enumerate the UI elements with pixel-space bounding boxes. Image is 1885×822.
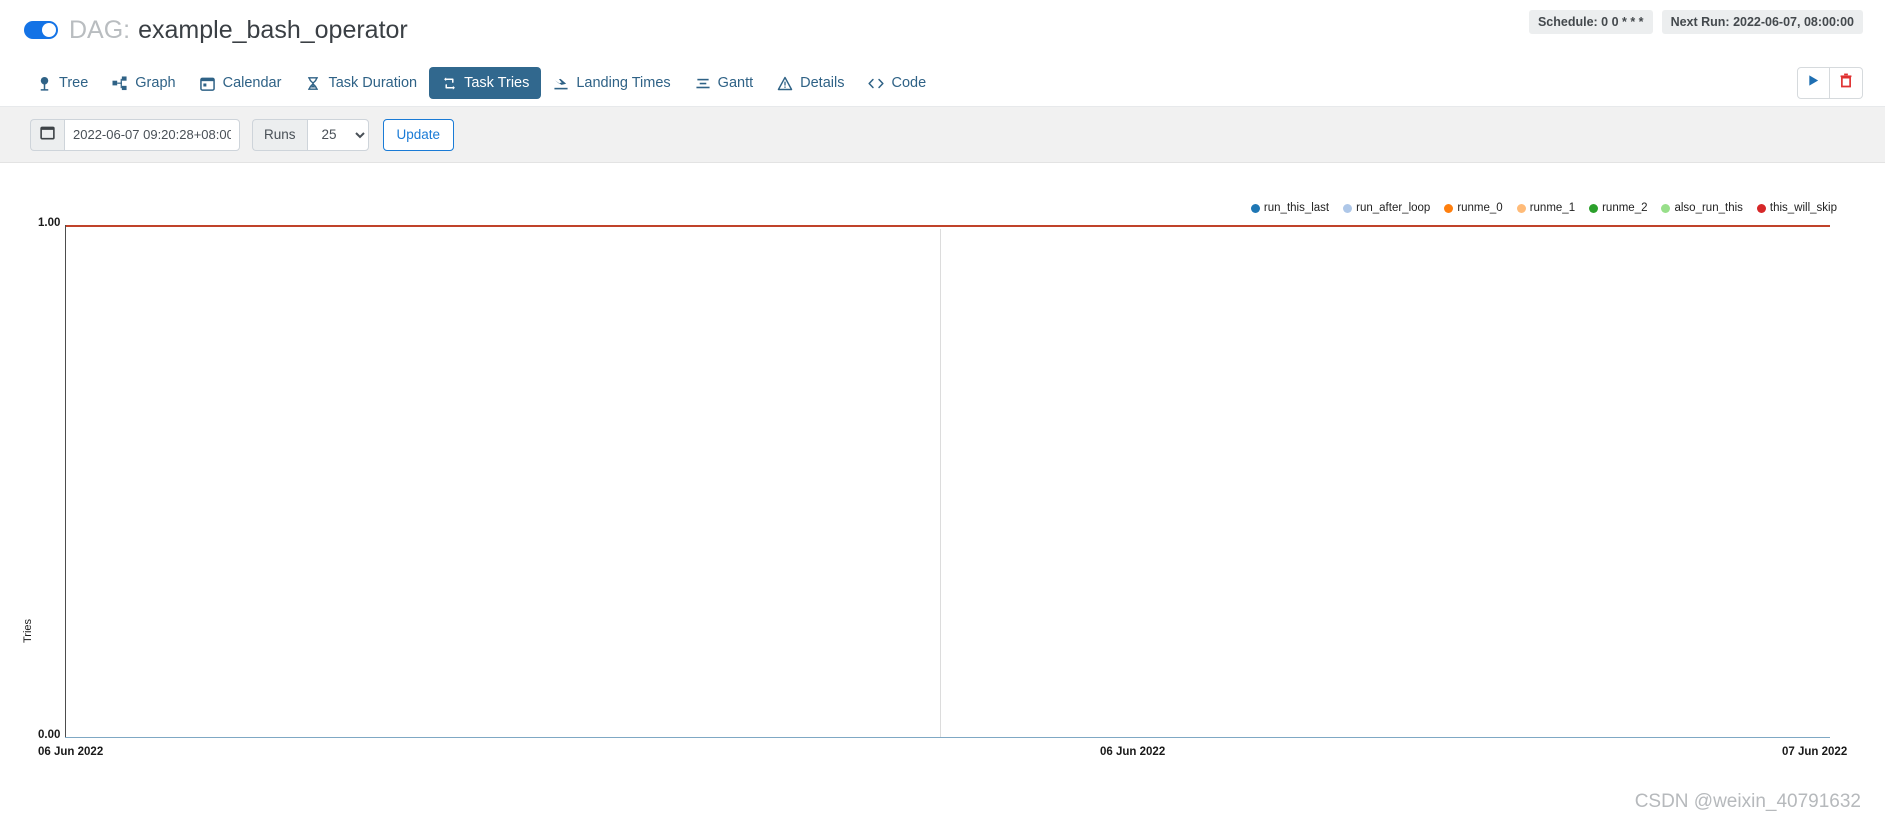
legend-label: also_run_this xyxy=(1674,202,1743,214)
legend-label: this_will_skip xyxy=(1769,202,1837,214)
tab-calendar[interactable]: Calendar xyxy=(188,67,294,99)
tab-landing-times-label: Landing Times xyxy=(576,75,671,91)
airflow-dag-page: DAG: example_bash_operator Schedule: 0 0… xyxy=(0,0,1885,822)
page-header: DAG: example_bash_operator Schedule: 0 0… xyxy=(0,0,1885,60)
y-axis-label: Tries xyxy=(22,618,34,643)
legend-color-swatch xyxy=(1250,203,1260,213)
legend-color-swatch xyxy=(1756,203,1766,213)
base-date-group xyxy=(30,118,240,151)
tab-tree-label: Tree xyxy=(59,75,89,91)
gantt-icon xyxy=(695,75,711,91)
legend-color-swatch xyxy=(1444,203,1454,213)
legend-item-runme-2[interactable]: runme_2 xyxy=(1589,202,1647,214)
dag-view-tabs: Tree Graph Calendar Task Duration Task T xyxy=(0,60,1885,107)
legend-label: runme_0 xyxy=(1457,202,1503,214)
x-tick-label-start: 06 Jun 2022 xyxy=(38,746,104,758)
trash-icon xyxy=(1839,73,1853,93)
tab-details-label: Details xyxy=(800,75,845,91)
legend-label: run_this_last xyxy=(1263,202,1330,214)
play-icon xyxy=(1807,74,1820,92)
chart-top-boundary-line xyxy=(65,225,1830,227)
task-tries-chart: run_this_last run_after_loop runme_0 run… xyxy=(0,163,1885,822)
calendar-icon xyxy=(40,125,55,145)
chart-gridline xyxy=(940,229,941,738)
tab-task-tries[interactable]: Task Tries xyxy=(429,67,542,99)
code-icon xyxy=(868,75,885,91)
legend-color-swatch xyxy=(1343,203,1353,213)
runs-label: Runs xyxy=(252,118,307,151)
x-tick-label-end: 07 Jun 2022 xyxy=(1782,746,1848,758)
tree-icon xyxy=(36,75,52,91)
delete-dag-button[interactable] xyxy=(1830,67,1863,99)
legend-label: runme_2 xyxy=(1602,202,1648,214)
graph-icon xyxy=(112,75,128,91)
legend-label: runme_1 xyxy=(1529,202,1576,214)
base-date-input[interactable] xyxy=(64,118,240,151)
legend-label: run_after_loop xyxy=(1356,202,1431,214)
warning-triangle-icon xyxy=(777,75,793,91)
dag-pause-toggle[interactable] xyxy=(24,21,58,39)
tab-gantt[interactable]: Gantt xyxy=(683,67,765,99)
trigger-dag-button[interactable] xyxy=(1797,67,1830,99)
x-axis-line xyxy=(65,737,1830,738)
legend-color-swatch xyxy=(1516,203,1526,213)
calendar-icon xyxy=(200,75,216,91)
tab-details[interactable]: Details xyxy=(765,67,856,99)
tab-code-label: Code xyxy=(891,75,927,91)
tab-task-duration[interactable]: Task Duration xyxy=(293,67,429,99)
chart-legend: run_this_last run_after_loop runme_0 run… xyxy=(1250,202,1837,214)
schedule-badge: Schedule: 0 0 * * * xyxy=(1528,10,1653,34)
legend-item-this-will-skip[interactable]: this_will_skip xyxy=(1756,202,1837,214)
tab-calendar-label: Calendar xyxy=(222,75,282,91)
tab-graph-label: Graph xyxy=(135,75,176,91)
calendar-picker-button[interactable] xyxy=(30,118,64,151)
legend-color-swatch xyxy=(1661,203,1671,213)
chart-filter-toolbar: Runs 25 Update xyxy=(0,107,1885,163)
tab-code[interactable]: Code xyxy=(856,67,938,99)
tab-graph[interactable]: Graph xyxy=(100,67,187,99)
x-tick-label-middle: 06 Jun 2022 xyxy=(1100,746,1166,758)
retry-icon xyxy=(441,75,457,91)
legend-item-runme-0[interactable]: runme_0 xyxy=(1444,202,1503,214)
update-button[interactable]: Update xyxy=(382,118,455,151)
dag-label: DAG: xyxy=(69,15,131,44)
legend-item-runme-1[interactable]: runme_1 xyxy=(1516,202,1576,214)
legend-item-run-this-last[interactable]: run_this_last xyxy=(1250,202,1330,214)
legend-item-run-after-loop[interactable]: run_after_loop xyxy=(1343,202,1430,214)
filter-form: Runs 25 Update xyxy=(30,118,455,151)
tab-task-duration-label: Task Duration xyxy=(328,75,418,91)
hourglass-icon xyxy=(305,75,321,91)
legend-item-also-run-this[interactable]: also_run_this xyxy=(1661,202,1743,214)
tab-landing-times[interactable]: Landing Times xyxy=(541,67,682,99)
chart-plot-area xyxy=(65,225,1830,738)
tab-tree[interactable]: Tree xyxy=(24,67,100,99)
watermark-text: CSDN @weixin_40791632 xyxy=(1634,791,1861,812)
dag-action-buttons xyxy=(1797,67,1863,99)
landing-icon xyxy=(553,75,569,91)
y-axis-line xyxy=(65,225,66,738)
next-run-badge: Next Run: 2022-06-07, 08:00:00 xyxy=(1661,10,1863,34)
legend-color-swatch xyxy=(1589,203,1599,213)
header-badges: Schedule: 0 0 * * * Next Run: 2022-06-07… xyxy=(1528,10,1863,34)
page-title: example_bash_operator xyxy=(138,15,408,44)
num-runs-select[interactable]: 25 xyxy=(306,118,369,151)
tab-gantt-label: Gantt xyxy=(717,75,754,91)
tab-task-tries-label: Task Tries xyxy=(464,75,530,91)
